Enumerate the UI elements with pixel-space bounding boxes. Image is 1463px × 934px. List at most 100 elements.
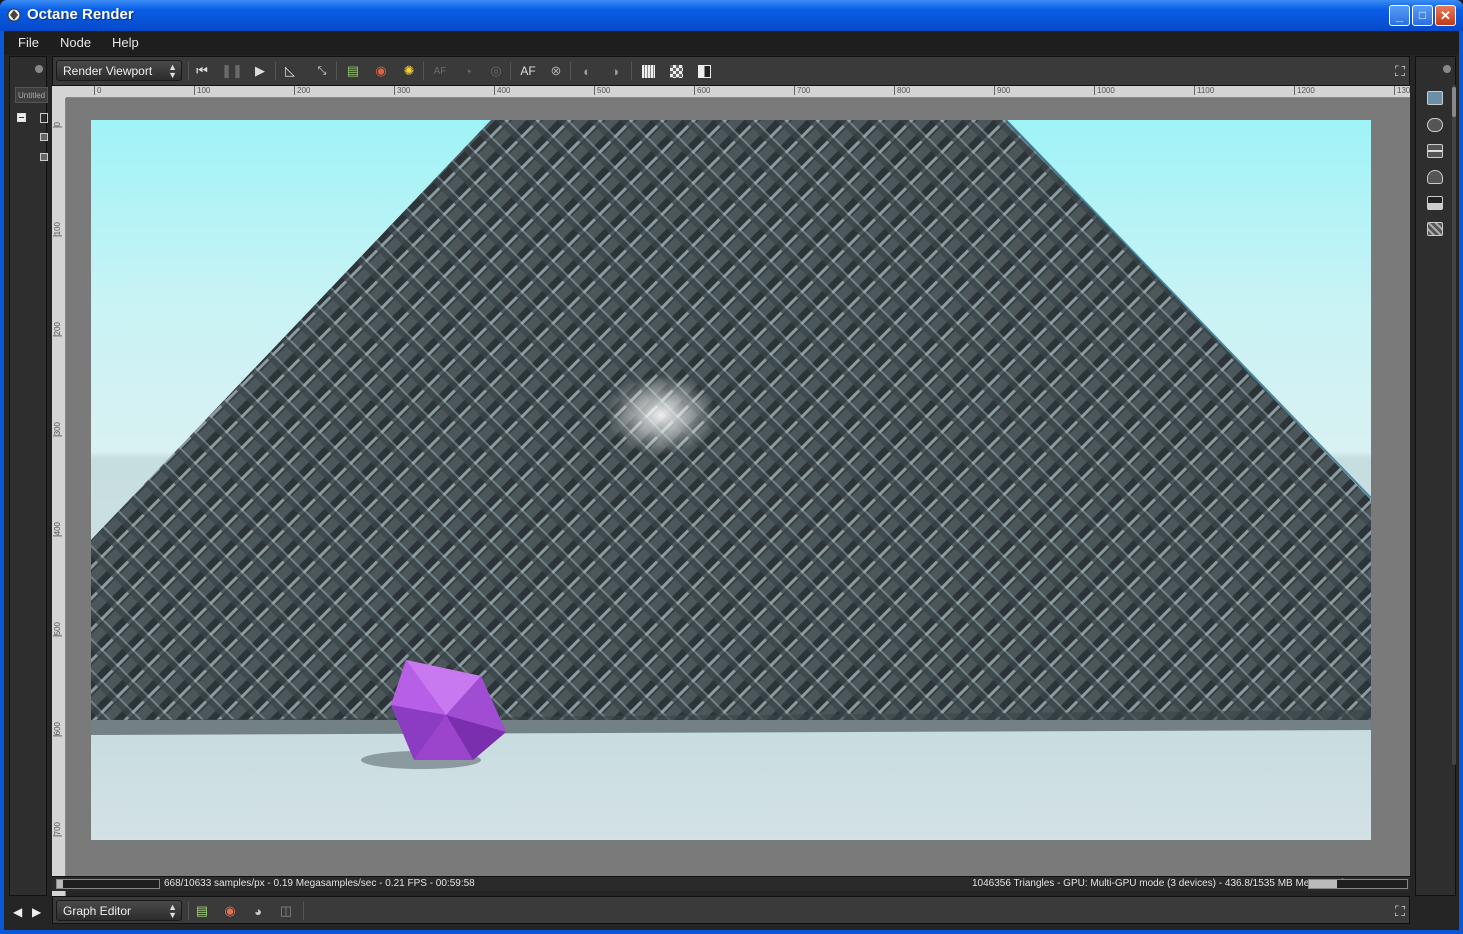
bottom-mode-select[interactable]: Graph Editor ▲ ▼ (56, 900, 182, 921)
image-settings-icon[interactable] (1427, 91, 1443, 105)
lock-viewport-icon[interactable]: ⤡ (312, 61, 332, 81)
ruler-tick-label: 900 (994, 86, 1010, 95)
inspector-panel (1415, 56, 1456, 896)
memory-usage-bar (1308, 879, 1408, 889)
inspector-scrollbar[interactable] (1452, 85, 1456, 765)
ruler-tick-label: 0 (94, 86, 101, 95)
toolbar-separator (275, 62, 276, 80)
render-target-icon[interactable]: ◕ (248, 901, 268, 921)
white-balance-icon[interactable]: ◔ (458, 61, 478, 81)
toolbar-separator (188, 62, 189, 80)
film-settings-icon[interactable] (1427, 144, 1443, 158)
rendered-scene (91, 120, 1371, 840)
restart-render-icon[interactable]: ⏮ (192, 61, 212, 81)
mesh-node-icon[interactable] (40, 133, 48, 141)
menu-bar: File Node Help (4, 31, 1459, 55)
region-render-icon[interactable]: ◺ (280, 61, 300, 81)
ruler-tick-label: 1100 (1194, 86, 1214, 95)
ruler-tick-label: 100 (194, 86, 210, 95)
panel-pin-icon[interactable] (1443, 65, 1451, 73)
ruler-tick-label: 1000 (1094, 86, 1115, 95)
background-gray-icon[interactable] (638, 61, 658, 81)
bottom-mode-value: Graph Editor (63, 904, 132, 918)
menu-help[interactable]: Help (112, 35, 139, 50)
panel-prev-arrow[interactable]: ◀ (13, 905, 22, 919)
close-button[interactable]: ✕ (1435, 5, 1456, 26)
ruler-tick-label: 1200 (1294, 86, 1315, 95)
ruler-tick-label: 400 (494, 86, 510, 95)
new-node-icon[interactable]: ▤ (192, 901, 212, 921)
maximize-button[interactable]: □ (1412, 5, 1433, 26)
ruler-tick-label: 600 (694, 86, 710, 95)
ruler-tick-label: 200 (53, 322, 62, 337)
horizontal-ruler: 0 100 200 300 400 500 600 700 800 900 1000 1100 1200… (66, 86, 1410, 98)
minus-icon (19, 117, 24, 118)
clay-mode-icon[interactable]: ⊗ (546, 61, 566, 81)
viewport-canvas[interactable] (66, 98, 1410, 876)
panel-pin-icon[interactable] (35, 65, 43, 73)
title-bar[interactable]: Octane Render _ □ ✕ (0, 0, 1463, 31)
render-stats: 668/10633 samples/px - 0.19 Megasamples/… (164, 878, 475, 889)
toolbar-separator (570, 62, 571, 80)
panel-next-arrow[interactable]: ▶ (32, 905, 41, 919)
toolbar-separator (188, 902, 189, 920)
ruler-tick-label: 500 (53, 622, 62, 637)
memory-usage-fill (1309, 880, 1337, 888)
inspector-scrollbar-thumb[interactable] (1452, 87, 1456, 117)
toolbar-separator (336, 62, 337, 80)
sub-sampling-icon[interactable]: ◐ (577, 61, 597, 81)
toolbar-separator (303, 902, 304, 920)
ruler-tick-label: 500 (594, 86, 610, 95)
focus-picker-icon[interactable]: ◎ (486, 61, 506, 81)
client-area: File Node Help Untitled Render Viewport … (4, 31, 1459, 930)
toolbar-separator (510, 62, 511, 80)
light-picker-icon[interactable]: ✺ (399, 61, 419, 81)
graph-editor-toolbar: Graph Editor ▲ ▼ ▤ ◉ ◕ ◫ ⛶ (52, 896, 1410, 924)
environment-icon[interactable] (1427, 170, 1443, 184)
decal-icon[interactable]: ◑ (605, 61, 625, 81)
background-split-icon[interactable] (694, 61, 714, 81)
window-title: Octane Render (27, 6, 134, 23)
material-node-icon[interactable]: ◉ (220, 901, 240, 921)
fullscreen-icon[interactable]: ⛶ (1390, 901, 1410, 921)
material-picker-icon[interactable]: ▤ (343, 61, 363, 81)
kernel-icon[interactable] (1427, 222, 1443, 236)
toolbar-separator (631, 62, 632, 80)
menu-node[interactable]: Node (60, 35, 91, 50)
autofocus-disabled-icon[interactable]: AF (430, 61, 450, 81)
background-checker-icon[interactable] (666, 61, 686, 81)
ruler-tick-label: 100 (53, 222, 62, 237)
material-node-icon[interactable] (40, 153, 48, 161)
minimize-button[interactable]: _ (1389, 5, 1410, 26)
ruler-tick-label: 700 (794, 86, 810, 95)
scene-stats: 1046356 Triangles - GPU: Multi-GPU mode … (972, 878, 1344, 889)
viewport-mode-select[interactable]: Render Viewport ▲ ▼ (56, 60, 182, 81)
ruler-tick-label: 700 (53, 822, 62, 837)
camera-icon[interactable] (1427, 118, 1443, 132)
ruler-tick-label: 200 (294, 86, 310, 95)
ruler-tick-label: 600 (53, 722, 62, 737)
autofocus-button[interactable]: AF (518, 61, 538, 81)
render-image[interactable] (91, 120, 1371, 840)
start-render-icon[interactable]: ▶ (250, 61, 270, 81)
fullscreen-icon[interactable]: ⛶ (1390, 61, 1410, 81)
pause-render-icon[interactable]: ❚❚ (221, 61, 243, 81)
ruler-corner (52, 86, 66, 98)
lattice-pyramid-cross (91, 120, 1371, 720)
ruler-tick-label: 300 (394, 86, 410, 95)
viewport-mode-value: Render Viewport (63, 64, 153, 78)
combo-arrows-icon: ▲ ▼ (168, 62, 177, 80)
toolbar-separator (423, 62, 424, 80)
object-picker-icon[interactable]: ◉ (371, 61, 391, 81)
ruler-tick-label: 130 (1394, 86, 1410, 95)
imager-icon[interactable] (1427, 196, 1443, 210)
scene-node-icon[interactable] (40, 113, 48, 123)
app-window: Octane Render _ □ ✕ File Node Help Untit… (0, 0, 1463, 934)
menu-file[interactable]: File (18, 35, 39, 50)
geometry-node-icon[interactable]: ◫ (276, 901, 296, 921)
combo-arrows-icon: ▲ ▼ (168, 902, 177, 920)
scene-outliner-panel: Untitled (9, 56, 48, 896)
ruler-tick-label: 300 (53, 422, 62, 437)
outliner-tab[interactable]: Untitled (15, 87, 48, 103)
status-bar: 668/10633 samples/px - 0.19 Megasamples/… (52, 876, 1410, 891)
